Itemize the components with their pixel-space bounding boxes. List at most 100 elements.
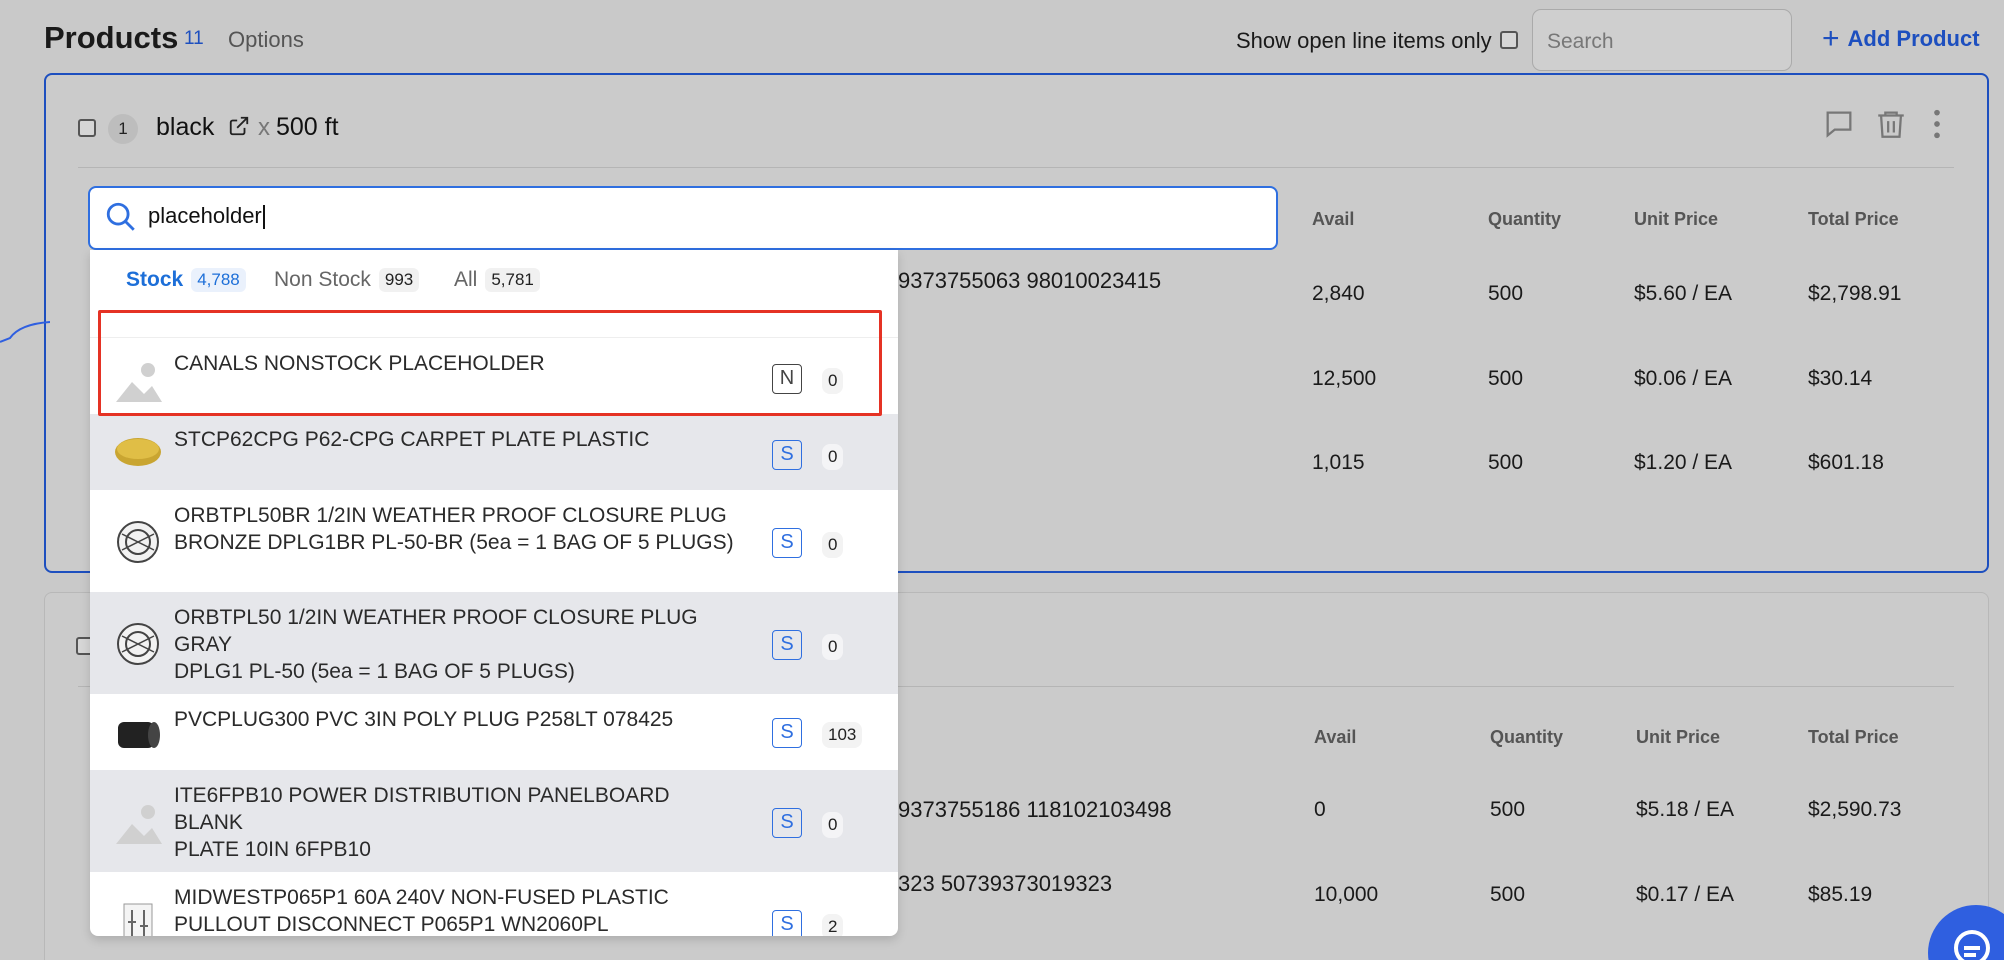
description-line: PULLOUT DISCONNECT P065P1 WN2060PL	[174, 913, 609, 936]
product-count-badge: 11	[184, 28, 204, 49]
stock-badge: S	[772, 528, 802, 558]
result-item[interactable]: MIDWESTP065P1 60A 240V NON-FUSED PLASTIC…	[90, 872, 898, 936]
col-header-quantity: Quantity	[1490, 727, 1564, 747]
row-unit-price[interactable]: $1.20 / EA	[1634, 451, 1732, 475]
stock-badge: S	[772, 440, 802, 470]
description-line: BRONZE DPLG1BR PL-50-BR (5ea = 1 BAG OF …	[174, 531, 734, 554]
col-header-total-price: Total Price	[1808, 727, 1899, 747]
result-item[interactable]: STCP62CPG P62-CPG CARPET PLATE PLASTIC S…	[90, 414, 898, 490]
search-input[interactable]: Search	[1532, 9, 1792, 71]
external-link-icon[interactable]	[228, 115, 250, 137]
upc-text: 9373755186 118102103498	[898, 797, 1172, 822]
upc-text: 9373755063 98010023415	[898, 268, 1162, 293]
stock-badge: S	[772, 808, 802, 838]
row-unit-price[interactable]: $0.17 / EA	[1636, 883, 1734, 907]
row-quantity[interactable]: 500	[1490, 883, 1525, 907]
open-only-checkbox[interactable]	[1500, 31, 1518, 49]
product-search-query[interactable]: placeholder	[148, 203, 265, 230]
col-header-unit-price: Unit Price	[1636, 727, 1721, 747]
row-quantity[interactable]: 500	[1488, 367, 1523, 391]
result-item-description: MIDWESTP065P1 60A 240V NON-FUSED PLASTIC…	[174, 884, 744, 936]
chat-icon	[1954, 930, 1990, 960]
col-header-avail: Avail	[1312, 209, 1355, 229]
tab-count: 5,781	[485, 268, 540, 292]
row-total-price: $2,590.73	[1808, 798, 1902, 821]
avail-badge: 0	[822, 634, 844, 660]
line-number-badge: 1	[108, 114, 138, 144]
options-button[interactable]: Options	[228, 27, 304, 53]
description-line: STCP62CPG P62-CPG CARPET PLATE PLASTIC	[174, 428, 650, 451]
plus-icon: +	[1822, 22, 1840, 55]
col-header-total-price: Total Price	[1808, 209, 1899, 229]
row-total-price: $30.14	[1808, 367, 1873, 390]
row-avail: 2,840	[1312, 282, 1365, 305]
add-product-button[interactable]: + Add Product	[1822, 22, 1980, 55]
line-name[interactable]: black	[156, 113, 214, 142]
description-line: PVCPLUG300 PVC 3IN POLY PLUG P258LT 0784…	[174, 708, 674, 731]
tab-label: All	[454, 268, 478, 291]
row-total-price: $85.19	[1808, 883, 1873, 906]
upc-text: 323 50739373019323	[898, 871, 1113, 896]
tab-label: Stock	[126, 268, 184, 291]
poly-plug-thumb	[118, 722, 160, 748]
row-unit-price[interactable]: $0.06 / EA	[1634, 367, 1732, 391]
row-quantity[interactable]: 500	[1488, 282, 1523, 306]
row-total-price: $2,798.91	[1808, 282, 1902, 305]
result-item[interactable]: ORBTPL50 1/2IN WEATHER PROOF CLOSURE PLU…	[90, 592, 898, 694]
disconnect-thumb	[123, 903, 153, 936]
col-header-avail: Avail	[1314, 727, 1357, 747]
row-avail: 10,000	[1314, 883, 1379, 906]
row-avail: 1,015	[1312, 451, 1365, 474]
trash-icon[interactable]	[1874, 107, 1908, 141]
result-item[interactable]: PVCPLUG300 PVC 3IN POLY PLUG P258LT 0784…	[90, 694, 898, 770]
description-line: ORBTPL50 1/2IN WEATHER PROOF CLOSURE PLU…	[174, 606, 698, 656]
tab-non-stock[interactable]: Non Stock 993	[274, 268, 420, 292]
line-select-checkbox[interactable]	[78, 119, 96, 137]
tab-count: 4,788	[191, 268, 246, 292]
description-line: PLATE 10IN 6FPB10	[174, 838, 371, 861]
avail-badge: 0	[822, 532, 844, 558]
result-item[interactable]: ORBTPL50BR 1/2IN WEATHER PROOF CLOSURE P…	[90, 490, 898, 592]
result-item-description: ORBTPL50 1/2IN WEATHER PROOF CLOSURE PLU…	[174, 604, 744, 685]
query-text: placeholder	[148, 203, 262, 228]
times-symbol: x	[258, 114, 270, 141]
search-icon	[106, 202, 135, 231]
description-line: ORBTPL50BR 1/2IN WEATHER PROOF CLOSURE P…	[174, 504, 727, 527]
line-quantity[interactable]: 500 ft	[276, 113, 339, 142]
description-line: MIDWESTP065P1 60A 240V NON-FUSED PLASTIC	[174, 886, 669, 909]
result-item-description: ITE6FPB10 POWER DISTRIBUTION PANELBOARD …	[174, 782, 744, 863]
add-product-label: Add Product	[1847, 26, 1980, 51]
result-item[interactable]: ITE6FPB10 POWER DISTRIBUTION PANELBOARD …	[90, 770, 898, 872]
row-quantity[interactable]: 500	[1488, 451, 1523, 475]
closure-plug-thumb	[117, 623, 159, 665]
avail-badge: 2	[822, 914, 844, 936]
selected-result-highlight	[98, 310, 882, 416]
stock-badge: S	[772, 910, 802, 936]
open-only-label: Show open line items only	[1236, 28, 1492, 53]
product-search-input[interactable]	[88, 186, 1278, 250]
col-header-quantity: Quantity	[1488, 209, 1562, 229]
row-quantity[interactable]: 500	[1490, 798, 1525, 822]
stock-badge: S	[772, 718, 802, 748]
description-line: DPLG1 PL-50 (5ea = 1 BAG OF 5 PLUGS)	[174, 660, 575, 683]
row-total-price: $601.18	[1808, 451, 1884, 474]
closure-plug-thumb	[117, 521, 159, 563]
description-line: ITE6FPB10 POWER DISTRIBUTION PANELBOARD …	[174, 784, 670, 834]
tab-stock[interactable]: Stock 4,788	[126, 268, 246, 292]
kebab-menu-icon[interactable]	[1930, 107, 1944, 141]
placeholder-image-icon	[116, 805, 162, 844]
stock-badge: S	[772, 630, 802, 660]
tab-count: 993	[378, 268, 420, 292]
avail-badge: 0	[822, 444, 844, 470]
row-avail: 0	[1314, 798, 1326, 821]
divider	[78, 167, 1954, 168]
row-avail: 12,500	[1312, 367, 1377, 390]
page-title: Products	[44, 20, 179, 55]
tab-all[interactable]: All 5,781	[454, 268, 540, 292]
tab-label: Non Stock	[274, 268, 371, 291]
text-caret	[262, 205, 265, 230]
comment-icon[interactable]	[1822, 107, 1856, 141]
row-unit-price[interactable]: $5.60 / EA	[1634, 282, 1732, 306]
row-unit-price[interactable]: $5.18 / EA	[1636, 798, 1734, 822]
col-header-unit-price: Unit Price	[1634, 209, 1719, 229]
